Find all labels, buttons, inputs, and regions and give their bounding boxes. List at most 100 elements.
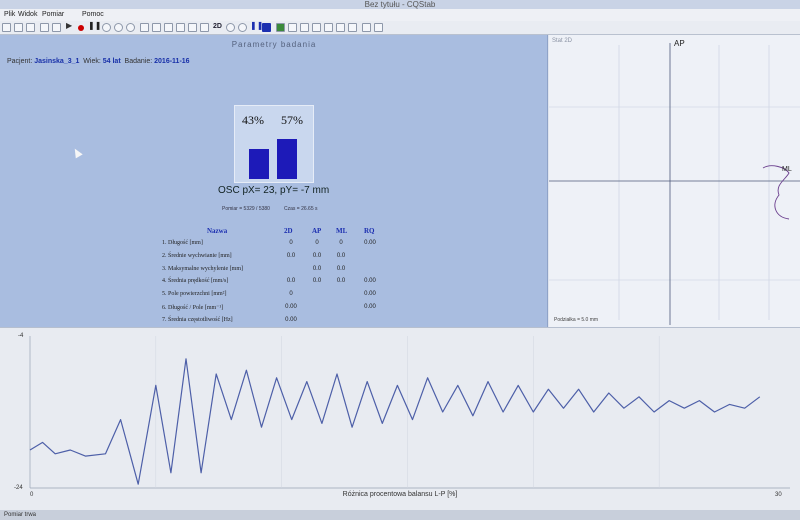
row-label: 2. Średnie wychwianie [mm] xyxy=(162,252,232,259)
cell-ap: 0.0 xyxy=(312,278,322,285)
toolbar: ▶ ❚❚ 2D ❚❚ xyxy=(0,21,800,35)
menu-plik[interactable]: Plik xyxy=(4,11,15,18)
record-icon[interactable] xyxy=(78,25,84,31)
cell-ml: 0.0 xyxy=(336,265,346,272)
view-icon-2[interactable] xyxy=(238,23,247,32)
cell-d2: 0.0 xyxy=(286,278,296,285)
open-file-icon[interactable] xyxy=(14,23,23,32)
mouse-cursor-icon xyxy=(71,146,83,159)
table-row: 4. Średnia prędkość [mm/s] 0.0 0.0 0.0 0.00 xyxy=(162,278,382,290)
balance-chart[interactable] xyxy=(0,328,800,498)
view-icon[interactable] xyxy=(226,23,235,32)
menu-pomiar[interactable]: Pomiar xyxy=(42,11,64,18)
cell-rq: 0.00 xyxy=(364,291,376,298)
parameters-panel: Parametry badania Pacjent: Jasinska_3_1 … xyxy=(0,35,548,348)
patient-name: Jasinska_3_1 xyxy=(34,58,80,65)
row-label: 1. Długość [mm] xyxy=(162,240,203,246)
link-icon[interactable] xyxy=(362,23,371,32)
patient-info: Pacjent: Jasinska_3_1 Wiek: 54 lat Badan… xyxy=(7,58,190,65)
menu-widok[interactable]: Widok xyxy=(18,11,37,18)
x-axis-label: Różnica procentowa balansu L-P [%] xyxy=(342,491,458,498)
pause-icon[interactable]: ❚❚ xyxy=(88,21,101,30)
axes-icon[interactable] xyxy=(312,23,321,32)
table-row: 3. Maksymalne wychylenie [mm] 0.0 0.0 xyxy=(162,266,382,278)
col-header-ap: AP xyxy=(312,227,322,235)
target-icon-2[interactable] xyxy=(114,23,123,32)
y-bottom-label: -24 xyxy=(14,485,23,491)
y-top-label: -4 xyxy=(18,333,24,339)
left-balance-bar xyxy=(249,149,269,179)
zoom-icon[interactable] xyxy=(200,23,209,32)
cell-ap: 0.0 xyxy=(312,252,322,259)
cell-ml: 0 xyxy=(339,240,343,246)
chart-icon[interactable] xyxy=(152,23,161,32)
sway-path xyxy=(762,165,790,220)
marker-icon[interactable] xyxy=(276,23,285,32)
cell-d2: 0 xyxy=(289,291,293,298)
stat2d-plot[interactable] xyxy=(549,35,800,327)
cell-ml: 0.0 xyxy=(336,278,346,285)
status-bar: Pomiar trwa xyxy=(0,510,800,520)
x-end-label: 30 xyxy=(775,492,782,498)
play-icon[interactable]: ▶ xyxy=(66,21,75,30)
stat2d-panel: Stat 2D AP ML Podziałka = 5.0 mm xyxy=(549,35,800,327)
settings-icon[interactable] xyxy=(188,23,197,32)
row-label: 3. Maksymalne wychylenie [mm] xyxy=(162,265,243,272)
left-percent: 43% xyxy=(242,113,264,127)
cell-d2: 0.00 xyxy=(285,304,297,310)
grid-icon[interactable] xyxy=(140,23,149,32)
row-label: 5. Pole powierzchni [mm²] xyxy=(162,291,227,298)
table-icon[interactable] xyxy=(164,23,173,32)
cell-ml: 0.0 xyxy=(336,252,346,259)
table-row: 2. Średnie wychwianie [mm] 0.0 0.0 0.0 xyxy=(162,253,382,265)
save-icon[interactable] xyxy=(26,23,35,32)
cell-d2: 0.00 xyxy=(285,316,297,323)
stop-icon[interactable] xyxy=(262,23,271,32)
row-label: 6. Długość / Pole [mm⁻¹] xyxy=(162,305,224,311)
rotate-icon[interactable] xyxy=(374,23,383,32)
row-label: 7. Średnia częstotliwość [Hz] xyxy=(162,316,233,323)
menu-bar: Plik Widok Pomiar Pomoc xyxy=(0,9,800,21)
stat2d-grid xyxy=(549,45,800,320)
reset-icon[interactable] xyxy=(348,23,357,32)
new-file-icon[interactable] xyxy=(2,23,11,32)
crosshair-icon[interactable] xyxy=(300,23,309,32)
osc-readout: OSC pX= 23, pY= -7 mm xyxy=(218,185,330,196)
exam-label: Badanie: xyxy=(124,58,153,65)
measure-icon[interactable] xyxy=(176,23,185,32)
flip-icon[interactable] xyxy=(336,23,345,32)
cell-d2: 0.0 xyxy=(286,252,296,259)
exam-date: 2016-11-16 xyxy=(154,58,190,65)
col-header-rq: RQ xyxy=(364,227,375,235)
scale-label: Podziałka = 5.0 mm xyxy=(554,317,599,323)
target-icon-3[interactable] xyxy=(126,23,135,32)
window-title: Bez tytułu - CQStab xyxy=(0,0,800,9)
patient-age: 54 lat xyxy=(102,58,121,65)
document-icon[interactable] xyxy=(288,23,297,32)
cell-ap: 0 xyxy=(315,240,319,246)
cell-ap: 0.0 xyxy=(312,265,322,272)
col-header-2d: 2D xyxy=(284,227,293,235)
chart-grid xyxy=(155,336,660,488)
split-icon[interactable] xyxy=(324,23,333,32)
mode-2d-button[interactable]: 2D xyxy=(213,23,222,30)
table-row: 6. Długość / Pole [mm⁻¹] 0.00 0.00 xyxy=(162,304,382,316)
table-row: 1. Długość [mm] 0 0 0 0.00 xyxy=(162,240,382,252)
print-icon[interactable] xyxy=(52,23,61,32)
balance-box: 43% 57% xyxy=(234,105,314,183)
cell-rq: 0.00 xyxy=(364,240,376,246)
czas-readout: Czas = 26.65 s xyxy=(284,206,318,212)
balance-chart-panel: -4 -24 0 30 Różnica procentowa balansu L… xyxy=(0,327,800,510)
cell-rq: 0.00 xyxy=(364,304,376,310)
target-icon[interactable] xyxy=(102,23,111,32)
export-icon[interactable] xyxy=(40,23,49,32)
cell-rq: 0.00 xyxy=(364,278,376,285)
menu-pomoc[interactable]: Pomoc xyxy=(82,11,104,18)
panel-title: Parametry badania xyxy=(231,40,317,49)
pause-blue-icon[interactable]: ❚❚ xyxy=(250,21,263,30)
col-header-name: Nazwa xyxy=(207,227,228,235)
ap-axis-label: AP xyxy=(674,39,685,48)
cell-d2: 0 xyxy=(289,240,293,246)
patient-label: Pacjent: xyxy=(7,58,33,65)
right-balance-bar xyxy=(277,139,297,179)
